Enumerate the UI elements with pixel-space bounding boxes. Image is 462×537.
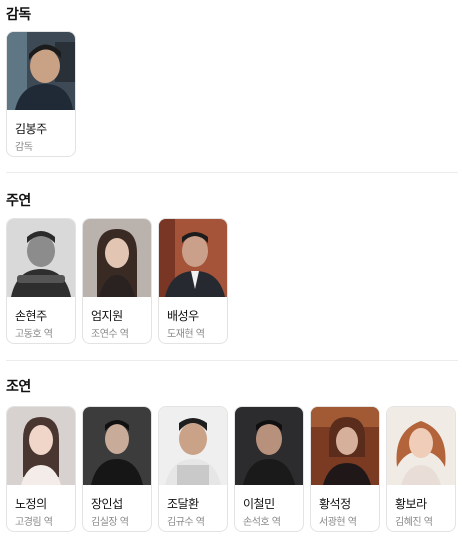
actress-photo [7, 407, 75, 485]
actor-photo [7, 219, 75, 297]
supporting-cast-section: 조연 노정의 고경림 역 장인섭 김실장 역 조달환 김규수 역 이철민 손석호… [0, 368, 462, 537]
section-title-director: 감독 [6, 7, 31, 23]
actor-photo [83, 407, 151, 485]
person-name: 황석정 [319, 497, 351, 511]
person-card-jo-dalhwan[interactable]: 조달환 김규수 역 [158, 406, 228, 532]
actress-photo [387, 407, 455, 485]
person-card-kim-bongju[interactable]: 김봉주 감독 [6, 31, 76, 157]
person-role: 도재현 역 [167, 329, 205, 340]
person-name: 배성우 [167, 309, 199, 323]
director-photo [7, 32, 75, 110]
person-name: 이철민 [243, 497, 275, 511]
person-role: 김실장 역 [91, 517, 129, 528]
person-card-hwang-bora[interactable]: 황보라 김혜진 역 [386, 406, 456, 532]
person-role: 감독 [15, 142, 33, 153]
person-name: 손현주 [15, 309, 47, 323]
person-card-hwang-seokjeong[interactable]: 황석정 서광현 역 [310, 406, 380, 532]
person-role: 손석호 역 [243, 517, 281, 528]
actor-photo [235, 407, 303, 485]
person-role: 고경림 역 [15, 517, 53, 528]
person-role: 고동호 역 [15, 329, 53, 340]
actress-photo [311, 407, 379, 485]
person-name: 노정의 [15, 497, 47, 511]
person-role: 김혜진 역 [395, 517, 433, 528]
person-card-jang-inseop[interactable]: 장인섭 김실장 역 [82, 406, 152, 532]
person-role: 조연수 역 [91, 329, 129, 340]
person-role: 서광현 역 [319, 517, 357, 528]
person-name: 조달환 [167, 497, 199, 511]
lead-cast-section: 주연 손현주 고동호 역 엄지원 조연수 역 배성우 도재현 역 [0, 180, 462, 361]
section-title-supporting: 조연 [6, 379, 31, 395]
person-name: 장인섭 [91, 497, 123, 511]
person-card-lee-cheolmin[interactable]: 이철민 손석호 역 [234, 406, 304, 532]
person-name: 황보라 [395, 497, 427, 511]
actor-photo [159, 407, 227, 485]
person-card-uhm-jiwon[interactable]: 엄지원 조연수 역 [82, 218, 152, 344]
actor-photo [159, 219, 227, 297]
section-title-lead: 주연 [6, 193, 31, 209]
person-card-noh-jeongui[interactable]: 노정의 고경림 역 [6, 406, 76, 532]
person-role: 김규수 역 [167, 517, 205, 528]
actress-photo [83, 219, 151, 297]
person-name: 엄지원 [91, 309, 123, 323]
person-card-bae-sungwoo[interactable]: 배성우 도재현 역 [158, 218, 228, 344]
person-card-son-hyunjoo[interactable]: 손현주 고동호 역 [6, 218, 76, 344]
section-divider [6, 360, 458, 361]
section-divider [6, 172, 458, 173]
director-section: 감독 김봉주 감독 [0, 0, 462, 173]
person-name: 김봉주 [15, 122, 47, 136]
